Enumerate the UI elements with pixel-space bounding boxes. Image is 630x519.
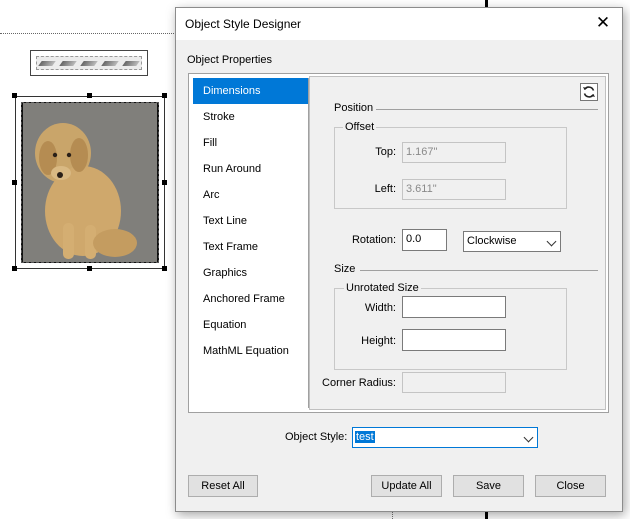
nav-item-dimensions[interactable]: Dimensions — [193, 78, 308, 104]
object-style-select[interactable]: test — [352, 427, 538, 448]
rotation-direction-value: Clockwise — [467, 235, 517, 247]
dog-photo-frame[interactable] — [15, 96, 165, 269]
nav-item-stroke[interactable]: Stroke — [193, 104, 308, 130]
dog-photo — [23, 103, 157, 262]
selection-handle[interactable] — [162, 266, 167, 271]
selection-handle[interactable] — [12, 266, 17, 271]
height-label: Height: — [361, 335, 396, 347]
unrotated-size-label: Unrotated Size — [344, 282, 421, 294]
nav-item-fill[interactable]: Fill — [193, 130, 308, 156]
selection-handle[interactable] — [12, 180, 17, 185]
object-style-label: Object Style: — [285, 431, 348, 443]
object-style-designer-dialog: Object Style Designer ✕ Object Propertie… — [175, 7, 623, 512]
rotation-direction-select[interactable]: Clockwise — [463, 231, 561, 252]
top-offset-field[interactable]: 1.167" — [402, 142, 506, 163]
rotation-field[interactable]: 0.0 — [402, 229, 447, 251]
nav-item-anchored-frame[interactable]: Anchored Frame — [193, 286, 308, 312]
nav-item-graphics[interactable]: Graphics — [193, 260, 308, 286]
top-label: Top: — [375, 146, 396, 158]
nav-item-arc[interactable]: Arc — [193, 182, 308, 208]
position-divider — [376, 109, 598, 110]
chevron-down-icon — [546, 236, 557, 247]
height-field[interactable] — [402, 329, 506, 351]
selection-handle[interactable] — [12, 93, 17, 98]
width-label: Width: — [364, 302, 396, 314]
nav-item-equation[interactable]: Equation — [193, 312, 308, 338]
corner-radius-field[interactable] — [402, 372, 506, 393]
arrow-pattern — [36, 56, 142, 70]
corner-radius-label: Corner Radius: — [322, 377, 396, 389]
page-margin-guide — [0, 33, 176, 34]
reset-all-button[interactable]: Reset All — [188, 475, 258, 497]
dimensions-page: Position Offset Top: 1.167" Left: 3.611"… — [309, 76, 606, 410]
property-category-list: Dimensions Stroke Fill Run Around Arc Text Li… — [191, 78, 309, 408]
nav-item-text-line[interactable]: Text Line — [193, 208, 308, 234]
size-divider — [360, 270, 598, 271]
nav-item-mathml-equation[interactable]: MathML Equation — [193, 338, 308, 364]
width-field[interactable] — [402, 296, 506, 318]
object-style-value: test — [355, 431, 375, 443]
object-properties-label: Object Properties — [187, 54, 272, 66]
left-label: Left: — [374, 183, 396, 195]
left-offset-field[interactable]: 3.611" — [402, 179, 506, 200]
selection-handle[interactable] — [162, 180, 167, 185]
selection-handle[interactable] — [87, 266, 92, 271]
refresh-button[interactable] — [580, 83, 598, 101]
selection-handle[interactable] — [162, 93, 167, 98]
arrow-graphic-frame[interactable] — [30, 50, 148, 76]
close-button[interactable]: Close — [535, 475, 606, 497]
nav-item-run-around[interactable]: Run Around — [193, 156, 308, 182]
chevron-down-icon — [523, 432, 534, 443]
close-icon[interactable]: ✕ — [594, 14, 612, 32]
properties-panel: Dimensions Stroke Fill Run Around Arc Text Li… — [188, 73, 609, 413]
title-bar[interactable]: Object Style Designer ✕ — [176, 8, 622, 40]
nav-item-text-frame[interactable]: Text Frame — [193, 234, 308, 260]
refresh-icon — [583, 86, 595, 98]
selection-handle[interactable] — [87, 93, 92, 98]
offset-group-label: Offset — [343, 121, 377, 133]
rotation-label: Rotation: — [351, 234, 396, 246]
dialog-title: Object Style Designer — [185, 17, 302, 31]
save-button[interactable]: Save — [453, 475, 524, 497]
update-all-button[interactable]: Update All — [371, 475, 442, 497]
position-section-label: Position — [334, 102, 374, 114]
size-section-label: Size — [334, 263, 356, 275]
